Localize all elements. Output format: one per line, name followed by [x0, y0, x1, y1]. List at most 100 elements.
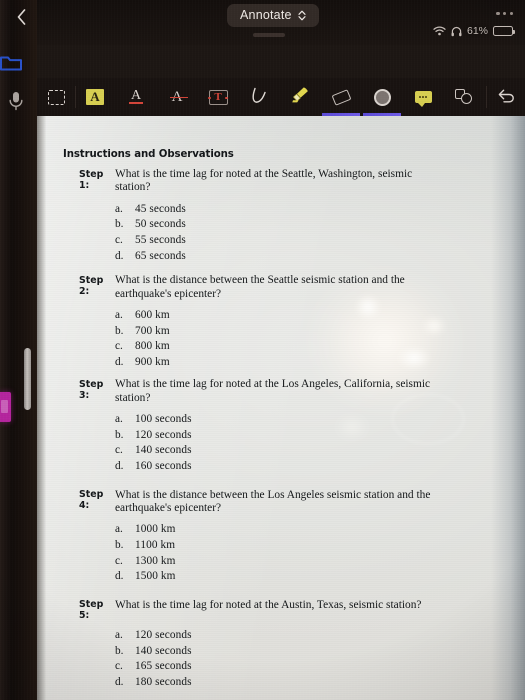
option-item[interactable]: b. 700 km	[115, 324, 491, 340]
underline-text-tool[interactable]: A	[117, 78, 155, 116]
option-letter: b.	[115, 644, 124, 657]
annotate-mode-selector[interactable]: Annotate	[227, 4, 319, 27]
option-item[interactable]: d. 900 km	[115, 355, 491, 371]
option-text: 1100 km	[135, 538, 176, 551]
option-item[interactable]: a. 120 seconds	[115, 628, 491, 644]
annotation-toolbar: A A A T	[37, 78, 525, 116]
highlighter-tool[interactable]	[281, 78, 319, 116]
filled-circle-icon	[373, 88, 391, 106]
pen-tool[interactable]	[240, 78, 278, 116]
page-title: Instructions and Observations	[63, 149, 234, 160]
option-text: 1000 km	[135, 523, 176, 536]
option-item[interactable]: a. 600 km	[115, 308, 491, 324]
option-letter: a.	[115, 309, 123, 321]
text-box-tool[interactable]: T	[199, 78, 237, 116]
status-bar-indicators: 61%	[433, 25, 516, 37]
highlight-text-tool[interactable]: A	[76, 78, 114, 116]
answer-options: a. 100 seconds b. 120 seconds c. 140 sec…	[63, 412, 491, 474]
marquee-select-tool[interactable]	[37, 78, 75, 116]
option-item[interactable]: c. 140 seconds	[115, 443, 491, 459]
window-grabber-handle[interactable]	[253, 33, 285, 37]
option-letter: d.	[115, 355, 124, 368]
option-item[interactable]: b. 1100 km	[115, 538, 491, 554]
option-letter: b.	[115, 218, 124, 231]
option-item[interactable]: b. 50 seconds	[115, 217, 491, 233]
scroll-drag-handle[interactable]	[24, 348, 31, 410]
document-content: Instructions and Observations Step 1: Wh…	[37, 116, 525, 691]
option-text: 45 seconds	[135, 202, 186, 215]
option-item[interactable]: c. 1300 km	[115, 554, 491, 570]
option-text: 160 seconds	[135, 459, 192, 472]
option-letter: b.	[115, 324, 124, 337]
option-letter: b.	[115, 538, 124, 551]
answer-options: a. 45 seconds b. 50 seconds c. 55 second…	[63, 202, 491, 264]
step-block: Step 3: What is the time lag for noted a…	[63, 378, 491, 474]
option-item[interactable]: a. 45 seconds	[115, 202, 491, 218]
option-text: 900 km	[135, 355, 170, 368]
option-item[interactable]: a. 1000 km	[115, 522, 491, 538]
option-letter: c.	[115, 444, 123, 457]
step-block: Step 1: What is the time lag for noted a…	[63, 168, 491, 264]
option-text: 140 seconds	[135, 644, 192, 657]
option-letter: a.	[115, 523, 123, 536]
option-text: 1500 km	[135, 570, 176, 583]
step-label: Step 4:	[79, 489, 104, 512]
step-label: Step 5:	[79, 599, 104, 622]
nav-bar	[37, 45, 525, 78]
option-text: 50 seconds	[135, 218, 186, 231]
step-block: Step 4: What is the distance between the…	[63, 489, 491, 585]
battery-percent-label: 61%	[466, 25, 488, 37]
step-question: What is the time lag for noted at the Au…	[115, 598, 422, 611]
option-item[interactable]: b. 120 seconds	[115, 428, 491, 444]
blue-folder-icon[interactable]	[0, 52, 22, 72]
option-item[interactable]: d. 180 seconds	[115, 675, 491, 691]
option-text: 120 seconds	[135, 428, 192, 441]
document-page[interactable]: Instructions and Observations Step 1: Wh…	[37, 116, 525, 700]
back-button[interactable]	[11, 7, 31, 27]
highlighted-a-icon: A	[86, 89, 104, 105]
option-item[interactable]: c. 55 seconds	[115, 233, 491, 249]
option-item[interactable]: a. 100 seconds	[115, 412, 491, 428]
option-letter: c.	[115, 340, 123, 353]
step-question: What is the distance between the Seattle…	[115, 274, 405, 300]
option-text: 700 km	[135, 324, 170, 337]
option-letter: d.	[115, 459, 124, 472]
step-question: What is the time lag for noted at the Se…	[115, 168, 413, 194]
color-swatch-tool[interactable]	[363, 78, 401, 116]
annotate-mode-label: Annotate	[240, 8, 292, 22]
sticky-note-tool[interactable]	[404, 78, 442, 116]
battery-icon	[493, 26, 516, 36]
shapes-icon	[455, 89, 473, 105]
option-item[interactable]: d. 65 seconds	[115, 249, 491, 265]
option-text: 1300 km	[135, 554, 176, 567]
option-letter: d.	[115, 249, 124, 262]
wifi-icon	[433, 26, 446, 36]
text-box-t-icon: T	[208, 89, 228, 105]
headphones-icon	[451, 26, 462, 37]
option-item[interactable]: b. 140 seconds	[115, 644, 491, 660]
option-item[interactable]: d. 160 seconds	[115, 459, 491, 475]
purple-bookmark-tab[interactable]	[0, 392, 11, 422]
eraser-tool[interactable]	[322, 78, 360, 116]
chevron-left-icon	[17, 9, 25, 25]
option-letter: c.	[115, 234, 123, 246]
pen-stroke-icon	[251, 87, 267, 107]
strikethrough-text-tool[interactable]: A	[158, 78, 196, 116]
comment-bubble-icon	[414, 91, 432, 107]
option-text: 600 km	[135, 309, 170, 321]
eraser-icon	[331, 88, 351, 106]
shapes-tool[interactable]	[445, 78, 483, 116]
step-label: Step 3:	[79, 378, 104, 401]
option-text: 165 seconds	[135, 660, 192, 673]
option-item[interactable]: d. 1500 km	[115, 569, 491, 585]
chevron-up-down-icon	[298, 10, 306, 21]
option-item[interactable]: c. 165 seconds	[115, 659, 491, 675]
undo-tool[interactable]	[487, 78, 525, 116]
option-text: 180 seconds	[135, 676, 192, 689]
step-block: Step 5: What is the time lag for noted a…	[63, 599, 491, 691]
more-options-button[interactable]	[496, 12, 513, 16]
device-screen: 61% Annotate A A T Instructions and Obse…	[0, 0, 525, 700]
microphone-icon[interactable]	[6, 90, 26, 112]
ellipsis-icon	[496, 12, 500, 16]
option-item[interactable]: c. 800 km	[115, 339, 491, 355]
